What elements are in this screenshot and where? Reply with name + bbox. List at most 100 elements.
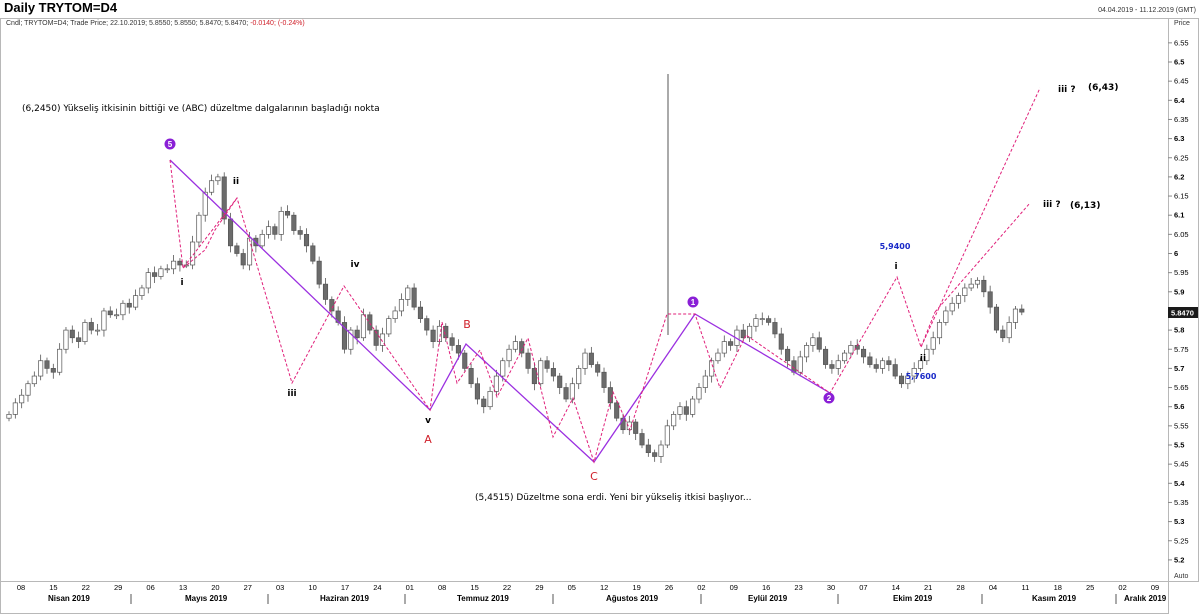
candle [842,352,848,362]
y-tick-label: 5.6 [1174,402,1184,411]
candle [683,406,689,415]
peak-value: 5,9400 [880,242,911,251]
candle [133,295,139,308]
x-month-label: Ekim 2019 [893,594,933,603]
candle [772,322,778,335]
candle [829,364,835,369]
target-low: (6,13) [1070,201,1100,211]
candle [987,291,993,308]
candle [316,260,322,285]
wave-label-ii-new: ii [920,354,926,364]
candle [652,452,658,457]
candle [31,375,37,385]
wave-label-C: C [590,470,598,483]
candle [886,360,892,365]
y-tick-label: 5.55 [1174,421,1189,430]
candle [228,218,234,247]
candle [474,383,480,400]
candle [430,329,436,342]
x-tick-label: 29 [114,583,122,592]
y-tick-label: 5.35 [1174,498,1189,507]
y-tick-label: 6.45 [1174,77,1189,86]
y-tick-label: 5.25 [1174,536,1189,545]
candle [715,352,721,362]
candle [6,414,12,419]
candle [1019,308,1025,313]
candle [557,375,563,388]
candle [759,318,765,320]
candle [835,360,841,369]
auto-scale-label[interactable]: Auto [1174,573,1189,580]
candle [462,352,468,369]
candle [171,260,177,270]
price-axis-label: Price [1174,20,1190,27]
candle [588,352,594,365]
x-month-label: Ağustos 2019 [606,594,659,603]
price-chart: Daily TRYTOM=D4 04.04.2019 - 11.12.2019 … [0,0,1199,614]
candle [519,341,525,354]
candle [284,211,291,216]
candle [696,387,702,400]
candle [424,318,430,331]
x-tick-label: 13 [179,583,187,592]
candle [139,287,145,296]
candle [879,360,886,369]
candle [50,368,56,373]
candle [468,368,474,385]
candle [25,383,31,396]
candle [816,337,822,350]
candle [981,279,987,293]
y-tick-label: 5.75 [1174,345,1189,354]
x-tick-label: 23 [794,583,802,592]
candle [246,237,253,266]
y-tick-label: 6.15 [1174,192,1189,201]
wave-label-iii: iii [287,389,296,399]
x-tick-label: 08 [438,583,446,592]
candle [449,337,455,346]
wave-label-ii: ii [233,177,239,187]
wave-label-2: 2 [827,394,832,403]
x-month-label: Kasım 2019 [1032,594,1077,603]
wave-label-i-new: i [894,262,897,272]
candle [107,310,113,316]
x-tick-label: 12 [600,583,608,592]
candle [506,348,512,362]
x-tick-label: 22 [82,583,90,592]
candle [164,268,170,271]
candle [152,272,158,277]
candle [329,299,335,312]
y-tick-label: 6.4 [1174,96,1185,105]
candle [417,306,424,319]
x-tick-label: 18 [1054,583,1062,592]
y-tick-label: 5.3 [1174,517,1184,526]
legend-values: Cndl; TRYTOM=D4; Trade Price; 22.10.2019… [6,20,250,27]
candle [278,211,284,235]
chart-title: Daily TRYTOM=D4 [4,0,118,15]
candle [576,368,582,385]
candle [848,345,854,354]
candle [709,360,715,377]
y-tick-label: 5.9 [1174,287,1184,296]
y-tick-label: 5.4 [1174,479,1185,488]
x-tick-label: 01 [406,583,414,592]
candle [633,421,639,434]
candle [993,306,1000,331]
x-tick-label: 24 [373,583,381,592]
candle [12,402,18,415]
candle [487,391,493,408]
x-tick-label: 26 [665,583,673,592]
x-tick-label: 27 [244,583,252,592]
candle [215,176,221,182]
candle [44,360,50,369]
candle [354,329,360,339]
x-tick-label: 16 [762,583,770,592]
x-tick-label: 29 [535,583,543,592]
candle [1012,308,1019,323]
projection-label-upper: iii ? [1058,85,1076,95]
y-tick-label: 6.35 [1174,115,1189,124]
x-tick-label: 10 [308,583,316,592]
candle [158,268,164,277]
candle [360,314,367,339]
projection-label-lower: iii ? [1043,200,1061,210]
target-high: (6,43) [1088,83,1118,93]
